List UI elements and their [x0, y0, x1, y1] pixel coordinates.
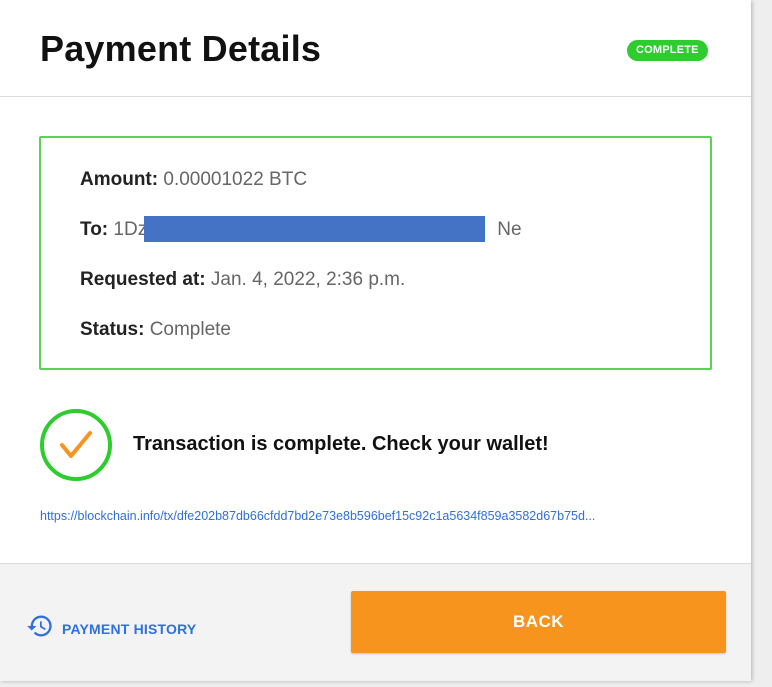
card-header: Payment Details COMPLETE — [0, 0, 751, 97]
amount-row: Amount: 0.00001022 BTC — [80, 169, 307, 191]
status-badge: COMPLETE — [627, 40, 708, 61]
confirmation-message: Transaction is complete. Check your wall… — [133, 433, 549, 455]
amount-value: 0.00001022 BTC — [163, 169, 308, 190]
status-value: Complete — [149, 319, 232, 340]
recipient-address-start: 1Dz — [113, 219, 148, 240]
payment-history-label: PAYMENT HISTORY — [62, 620, 197, 637]
transaction-link[interactable]: https://blockchain.info/tx/dfe202b87db66… — [40, 509, 710, 523]
history-icon — [26, 612, 54, 645]
payment-info-box: Amount: 0.00001022 BTC To: 1Dz Ne Request… — [39, 136, 712, 370]
recipient-address-end: Ne — [497, 219, 522, 240]
requested-value: Jan. 4, 2022, 2:36 p.m. — [210, 269, 406, 290]
back-button[interactable]: BACK — [351, 591, 726, 653]
check-icon — [40, 409, 112, 481]
requested-label: Requested at: — [80, 269, 206, 290]
address-redaction — [144, 216, 485, 242]
payment-details-card: Payment Details COMPLETE Amount: 0.00001… — [0, 0, 751, 681]
status-label: Status: — [80, 319, 145, 340]
status-row: Status: Complete — [80, 319, 231, 341]
payment-history-button[interactable]: PAYMENT HISTORY — [26, 612, 196, 645]
recipient-label: To: — [80, 219, 109, 240]
amount-label: Amount: — [80, 169, 159, 190]
requested-row: Requested at: Jan. 4, 2022, 2:36 p.m. — [80, 269, 405, 291]
page-title: Payment Details — [40, 28, 322, 69]
card-footer: PAYMENT HISTORY BACK — [0, 563, 751, 681]
